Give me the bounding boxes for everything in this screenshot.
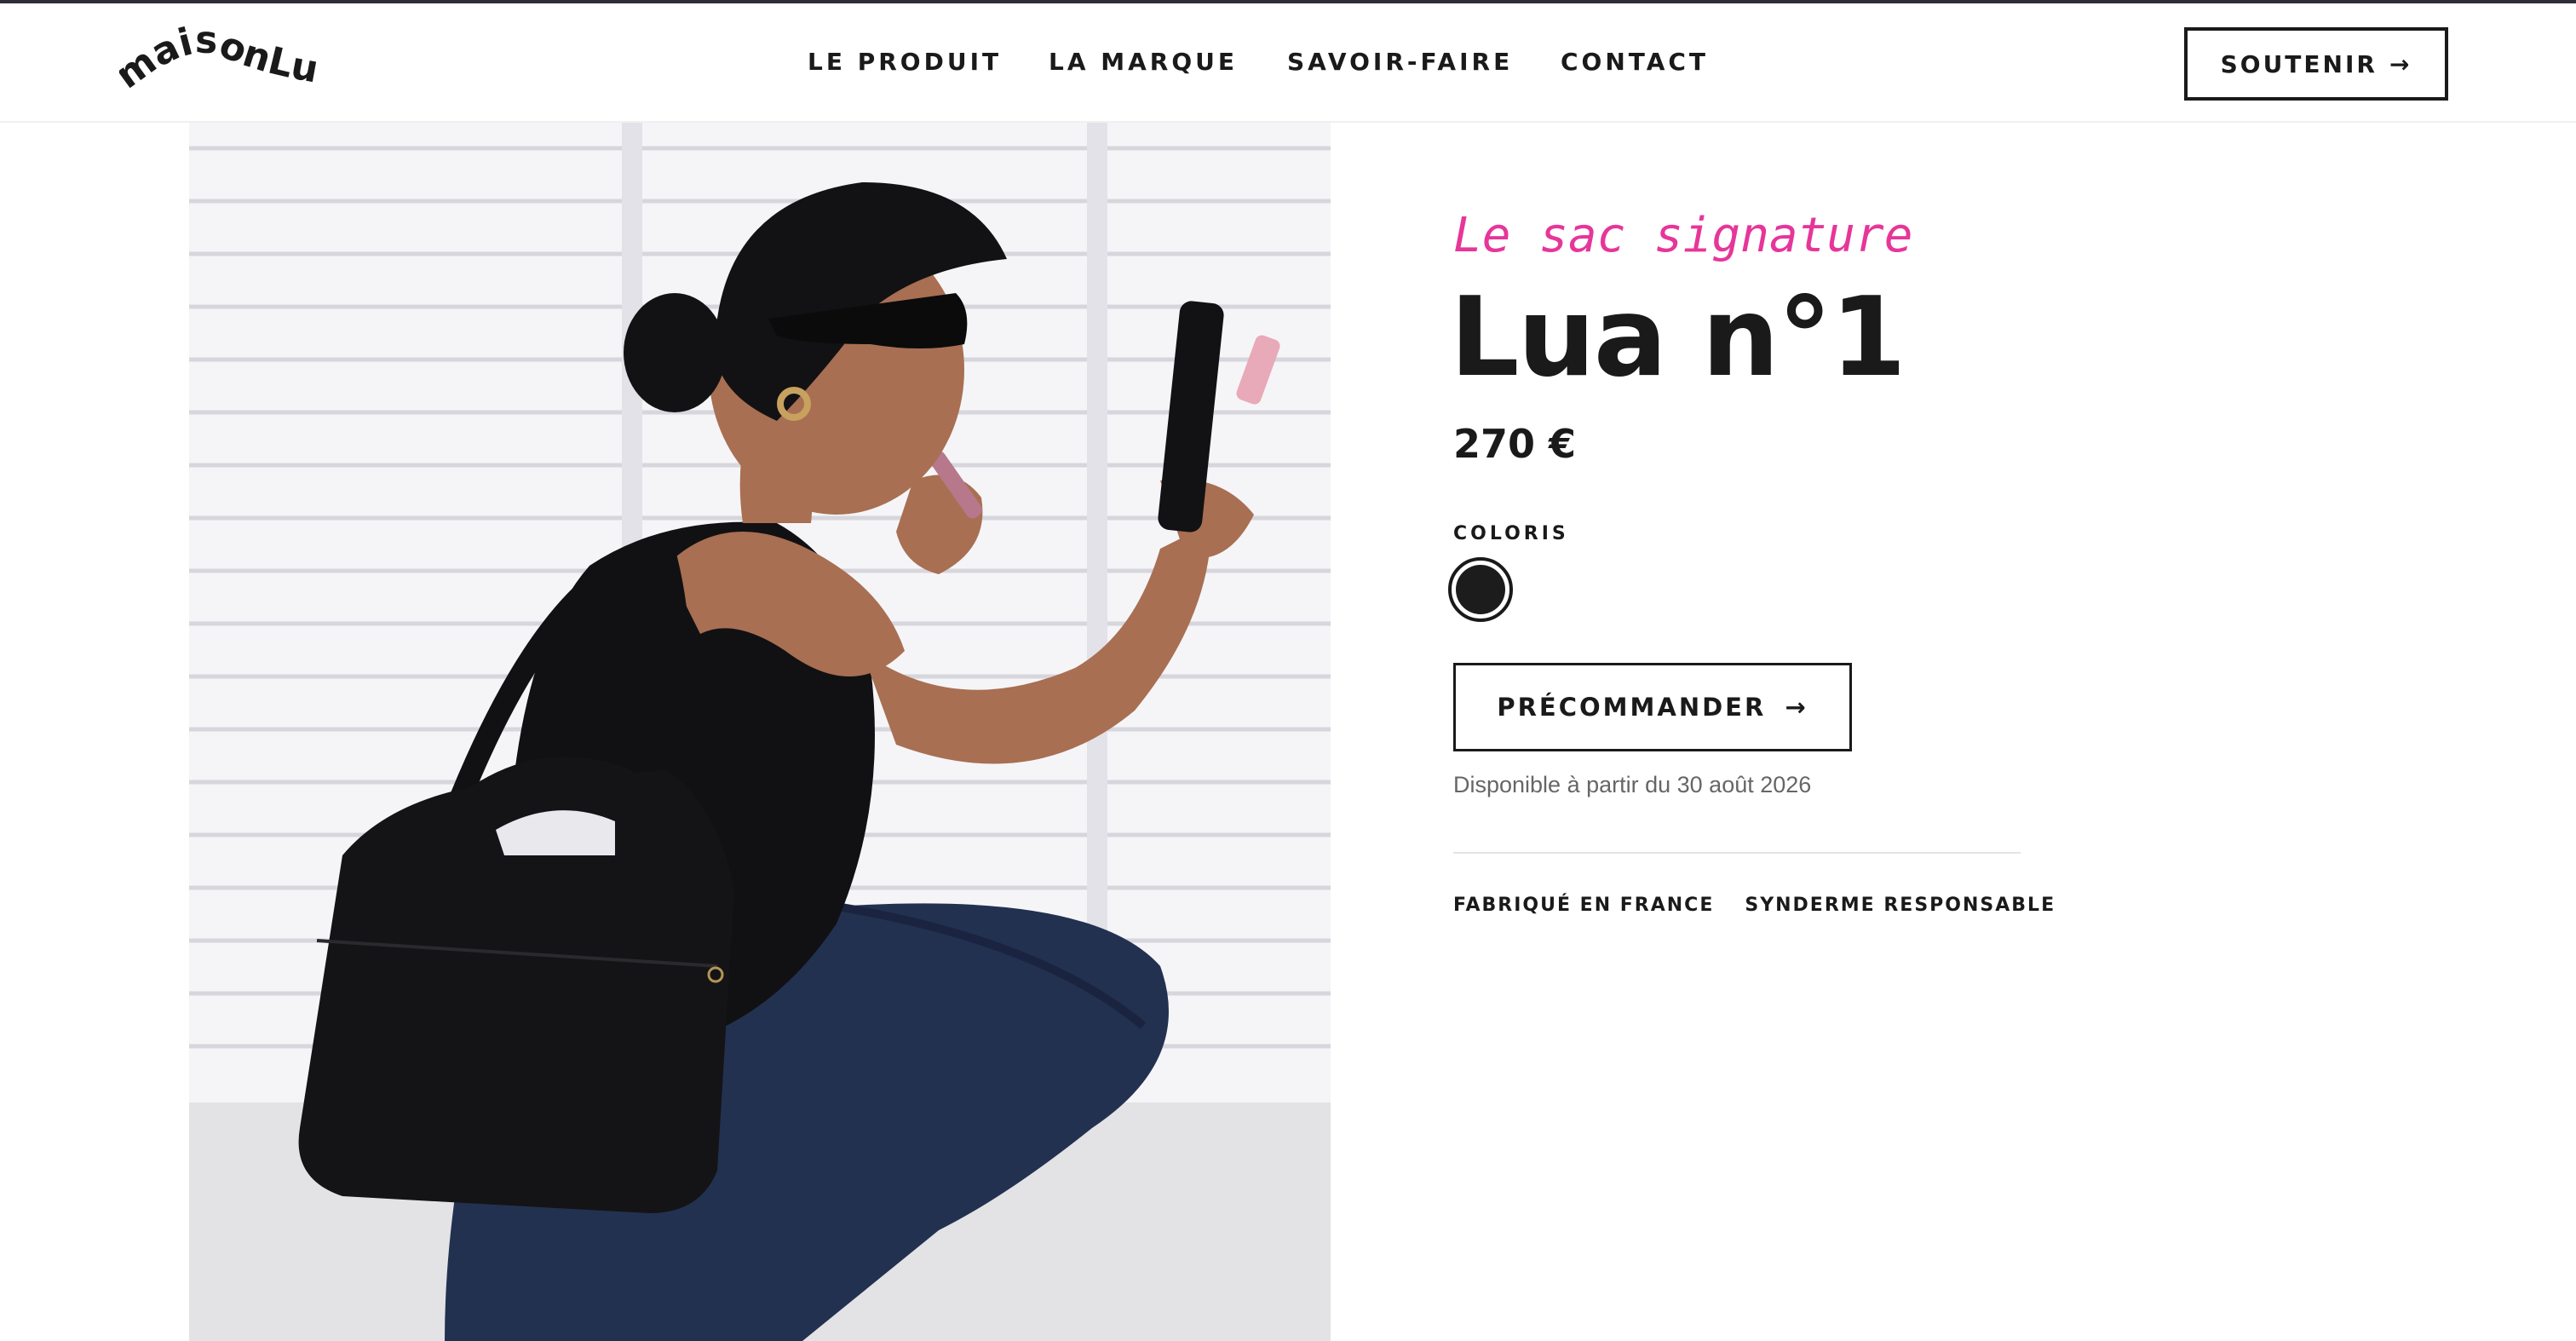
product-photo-illustration xyxy=(189,123,1331,1341)
preorder-button[interactable]: PRÉCOMMANDER → xyxy=(1453,663,1852,751)
product-price: 270 € xyxy=(1453,421,1577,467)
badge-responsible-material: SYNDERME RESPONSABLE xyxy=(1745,895,2056,916)
preorder-button-label: PRÉCOMMANDER xyxy=(1497,693,1767,722)
product-tagline: Le sac signature xyxy=(1453,208,1913,263)
product-badges: FABRIQUÉ EN FRANCE SYNDERME RESPONSABLE xyxy=(1453,895,2054,916)
site-header: maisonLua LE PRODUIT LA MARQUE SAVOIR-FA… xyxy=(0,0,2576,123)
brand-logo-wordmark: maisonLua xyxy=(106,0,322,97)
arrow-right-icon: → xyxy=(1785,693,1808,722)
product-photo xyxy=(189,123,1331,1341)
color-swatch-black[interactable] xyxy=(1448,557,1513,622)
section-divider xyxy=(1453,852,2021,854)
product-page: maisonLua LE PRODUIT LA MARQUE SAVOIR-FA… xyxy=(0,0,2576,1341)
product-title: Lua n°1 xyxy=(1450,274,1906,401)
badge-made-in-france: FABRIQUÉ EN FRANCE xyxy=(1453,895,1715,916)
nav-item-la-marque[interactable]: LA MARQUE xyxy=(1049,48,1238,76)
brand-logo[interactable]: maisonLua xyxy=(106,0,332,101)
availability-note: Disponible à partir du 30 août 2026 xyxy=(1453,772,1812,797)
product-info-panel: Le sac signature Lua n°1 270 € COLORIS P… xyxy=(1448,123,2305,1060)
arrow-right-icon: → xyxy=(2389,49,2412,78)
nav-item-contact[interactable]: CONTACT xyxy=(1561,48,1709,76)
logo-text: maisonLua xyxy=(119,24,322,97)
color-label: COLORIS xyxy=(1453,523,1569,544)
color-swatch-fill xyxy=(1456,565,1505,614)
nav-item-savoir-faire[interactable]: SAVOIR-FAIRE xyxy=(1287,48,1513,76)
support-button-label: SOUTENIR xyxy=(2220,49,2378,78)
support-button[interactable]: SOUTENIR → xyxy=(2184,27,2448,101)
nav-item-le-produit[interactable]: LE PRODUIT xyxy=(808,48,1002,76)
